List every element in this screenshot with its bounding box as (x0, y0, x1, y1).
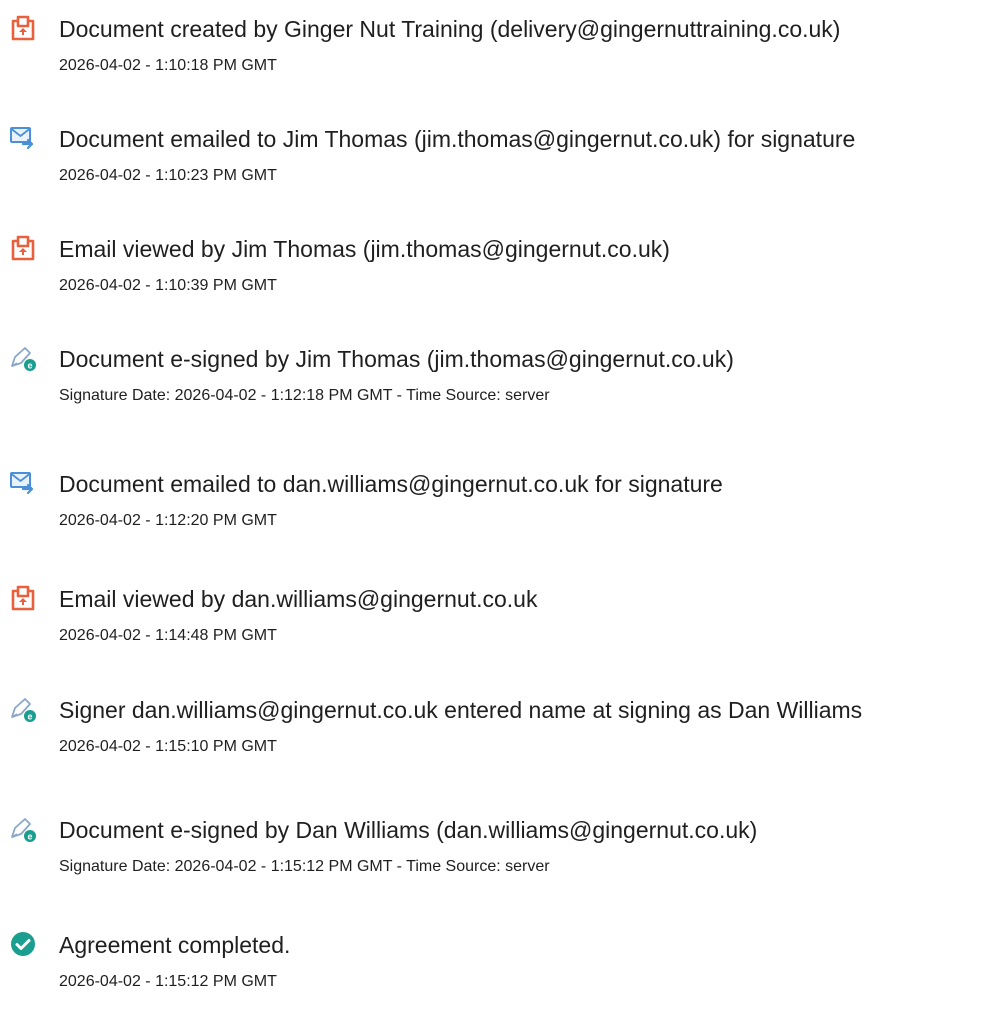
audit-event: e Document e-signed by Dan Williams (dan… (0, 815, 983, 895)
email-sent-icon (9, 124, 37, 152)
event-timestamp: Signature Date: 2026-04-02 - 1:15:12 PM … (59, 858, 550, 875)
email-viewed-icon (9, 234, 37, 262)
event-timestamp: 2026-04-02 - 1:15:10 PM GMT (59, 738, 277, 755)
audit-event: Document created by Ginger Nut Training … (0, 14, 983, 94)
event-timestamp: 2026-04-02 - 1:14:48 PM GMT (59, 627, 277, 644)
event-title: Document emailed to dan.williams@gingern… (59, 471, 723, 497)
event-timestamp: Signature Date: 2026-04-02 - 1:12:18 PM … (59, 387, 550, 404)
event-title: Document created by Ginger Nut Training … (59, 16, 841, 42)
event-title: Document e-signed by Dan Williams (dan.w… (59, 817, 758, 843)
e-sign-icon: e (9, 344, 37, 372)
completed-check-icon (9, 930, 37, 958)
audit-event: e Signer dan.williams@gingernut.co.uk en… (0, 695, 983, 775)
event-title: Document e-signed by Jim Thomas (jim.tho… (59, 346, 734, 372)
email-viewed-icon (9, 584, 37, 612)
audit-event: e Document e-signed by Jim Thomas (jim.t… (0, 344, 983, 424)
svg-text:e: e (27, 712, 32, 722)
event-timestamp: 2026-04-02 - 1:15:12 PM GMT (59, 973, 277, 990)
audit-event: Document emailed to dan.williams@gingern… (0, 469, 983, 549)
event-timestamp: 2026-04-02 - 1:10:23 PM GMT (59, 167, 277, 184)
event-timestamp: 2026-04-02 - 1:10:18 PM GMT (59, 57, 277, 74)
event-timestamp: 2026-04-02 - 1:12:20 PM GMT (59, 512, 277, 529)
svg-text:e: e (27, 361, 32, 371)
audit-event: Document emailed to Jim Thomas (jim.thom… (0, 124, 983, 204)
document-created-icon (9, 14, 37, 42)
event-title: Signer dan.williams@gingernut.co.uk ente… (59, 697, 863, 723)
event-title: Email viewed by Jim Thomas (jim.thomas@g… (59, 236, 670, 262)
event-title: Email viewed by dan.williams@gingernut.c… (59, 586, 538, 612)
audit-event: Agreement completed. 2026-04-02 - 1:15:1… (0, 930, 983, 1010)
event-title: Agreement completed. (59, 932, 291, 958)
e-sign-icon: e (9, 695, 37, 723)
e-sign-icon: e (9, 815, 37, 843)
svg-text:e: e (27, 832, 32, 842)
audit-event: Email viewed by dan.williams@gingernut.c… (0, 584, 983, 664)
event-timestamp: 2026-04-02 - 1:10:39 PM GMT (59, 277, 277, 294)
email-sent-icon (9, 469, 37, 497)
audit-event: Email viewed by Jim Thomas (jim.thomas@g… (0, 234, 983, 314)
event-title: Document emailed to Jim Thomas (jim.thom… (59, 126, 856, 152)
